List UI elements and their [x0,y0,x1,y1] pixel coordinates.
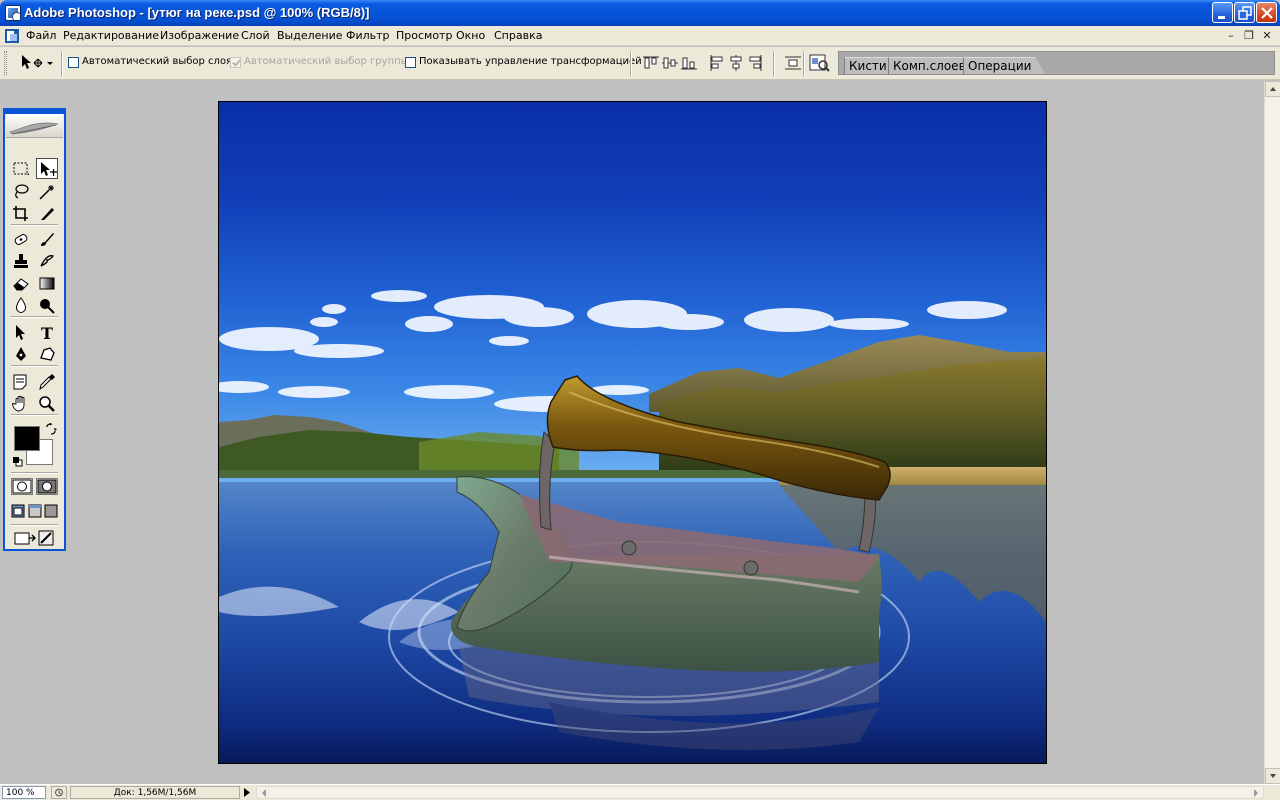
show-transform-controls-label[interactable]: Показывать управление трансформацией [419,56,642,67]
eraser-tool[interactable] [10,273,32,294]
crop-tool[interactable] [10,203,32,224]
menu-layer[interactable]: Слой [240,29,271,42]
options-bar-grip[interactable] [4,51,7,75]
photoshop-app-icon[interactable] [5,5,21,21]
zoom-tool[interactable] [36,393,58,414]
standard-mode-button[interactable] [11,478,33,495]
full-screen-menu-mode-icon[interactable] [28,504,42,518]
palette-tab-brushes[interactable]: Кисти [844,57,901,74]
scroll-down-icon[interactable] [1265,768,1280,784]
dodge-tool[interactable] [36,295,58,316]
document-window-controls: – ❐ ✕ [1224,29,1274,43]
eyedropper-tool[interactable] [36,371,58,392]
gradient-tool[interactable] [36,273,58,294]
tool-preset-picker[interactable] [18,52,56,74]
toolbox-header[interactable] [6,114,63,138]
toolbox-separator [11,365,58,367]
options-separator [773,51,775,77]
file-browser-icon[interactable] [808,52,830,74]
palette-tab-actions[interactable]: Операции [963,57,1046,74]
lasso-tool[interactable] [10,181,32,202]
history-brush-tool[interactable] [36,251,58,272]
window-title: Adobe Photoshop - [утюг на реке.psd @ 10… [24,5,370,20]
doc-restore-icon[interactable]: ❐ [1242,29,1256,42]
toolbox-separator [11,224,58,226]
feather-logo-icon [9,122,59,135]
status-menu-arrow-icon[interactable] [240,786,254,799]
align-right-edges-icon[interactable] [746,54,764,72]
vertical-scrollbar[interactable] [1264,81,1280,784]
clone-stamp-tool[interactable] [10,251,32,272]
auto-select-group-label: Автоматический выбор группы [244,56,409,67]
doc-close-icon[interactable]: ✕ [1260,29,1274,42]
toolbox-separator [11,524,58,526]
svg-text:T: T [41,324,53,341]
title-bar: Adobe Photoshop - [утюг на реке.psd @ 10… [0,0,1280,26]
scroll-up-icon[interactable] [1265,81,1280,97]
quick-mask-mode-button[interactable] [36,478,58,495]
document-canvas[interactable] [218,101,1047,764]
notes-tool[interactable] [10,371,32,392]
slice-tool[interactable] [36,203,58,224]
brush-tool[interactable] [36,229,58,250]
close-button[interactable] [1256,2,1277,23]
menu-file[interactable]: Файл [25,29,57,42]
toolbox-separator [11,472,58,474]
align-top-edges-icon[interactable] [642,54,660,72]
menu-window[interactable]: Окно [455,29,486,42]
standard-screen-mode-icon[interactable] [11,504,25,518]
default-colors-icon[interactable] [13,457,23,467]
custom-shape-tool[interactable] [36,344,58,365]
scroll-left-icon[interactable] [259,788,269,798]
scroll-right-icon[interactable] [1251,788,1261,798]
doc-minimize-icon[interactable]: – [1224,29,1238,42]
options-separator [61,51,63,77]
pen-tool[interactable] [10,344,32,365]
iron-on-river-image [219,290,1046,750]
align-vertical-centers-icon[interactable] [661,54,679,72]
magic-wand-tool[interactable] [36,181,58,202]
path-selection-tool[interactable] [10,322,32,343]
show-transform-controls-checkbox[interactable] [405,57,416,68]
toolbox-separator [11,414,58,416]
align-bottom-edges-icon[interactable] [680,54,698,72]
blur-tool[interactable] [10,295,32,316]
swap-colors-icon[interactable] [45,423,57,435]
hand-tool[interactable] [10,393,32,414]
auto-select-layer-checkbox[interactable] [68,57,79,68]
auto-select-layer-label[interactable]: Автоматический выбор слоя [82,56,232,67]
document-size-info: Док: 1,56M/1,56M [70,786,240,799]
full-screen-mode-icon[interactable] [44,504,58,518]
auto-select-group-checkbox [230,57,241,68]
menu-image[interactable]: Изображение [159,29,240,42]
menu-edit[interactable]: Редактирование [62,29,160,42]
restore-button[interactable] [1234,2,1255,23]
align-left-edges-icon[interactable] [708,54,726,72]
menu-view[interactable]: Просмотр [395,29,453,42]
toolbox-separator [11,316,58,318]
marquee-tool[interactable] [10,159,32,180]
options-separator [630,51,632,77]
jump-to-imageready-icon[interactable] [13,528,57,548]
toolbox: T [3,108,66,551]
minimize-button[interactable] [1212,2,1233,23]
menu-select[interactable]: Выделение [276,29,344,42]
type-tool[interactable]: T [36,322,58,343]
foreground-color-swatch[interactable] [14,426,40,451]
move-tool[interactable] [36,158,58,179]
palette-tab-layer-comps[interactable]: Комп.слоев [888,57,980,74]
zoom-level-field[interactable]: 100 % [2,786,46,799]
options-separator [803,51,805,77]
healing-brush-tool[interactable] [10,229,32,250]
align-horizontal-centers-icon[interactable] [727,54,745,72]
menu-filter[interactable]: Фильтр [345,29,391,42]
document-icon[interactable] [4,28,20,44]
menu-help[interactable]: Справка [493,29,543,42]
distribute-icon[interactable] [784,54,802,72]
status-info-icon[interactable] [51,786,67,799]
horizontal-scrollbar[interactable] [256,786,1264,799]
